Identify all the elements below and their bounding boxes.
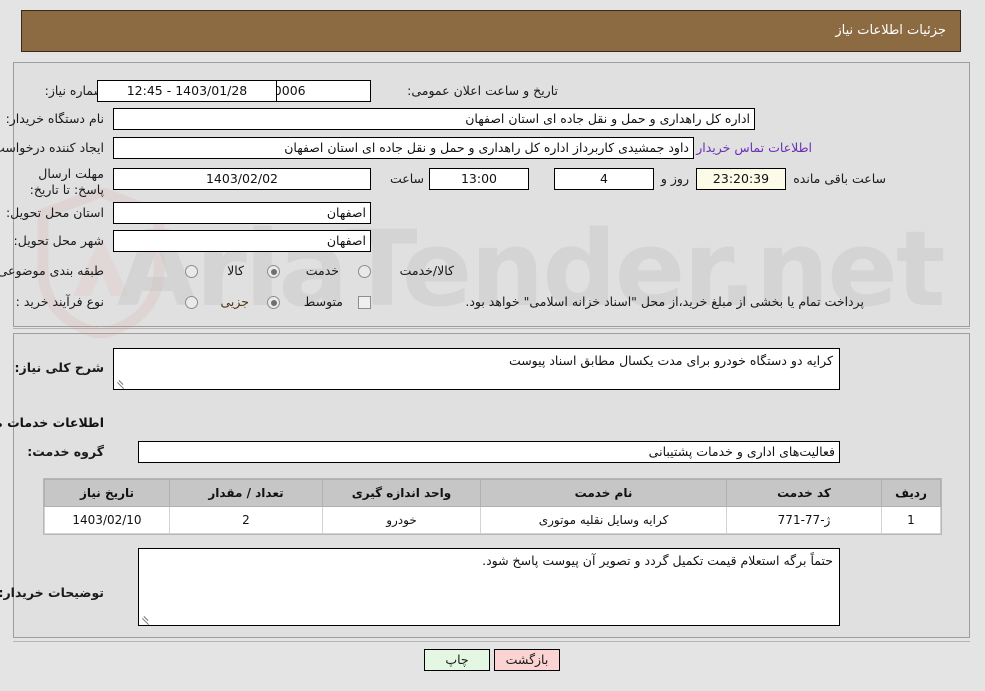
service-group-value: فعالیت‌های اداری و خدمات پشتیبانی xyxy=(139,441,841,463)
service-items-table-wrapper: ردیف کد خدمت نام خدمت واحد اندازه گیری ت… xyxy=(44,478,943,535)
page-root: جزئیات اطلاعات نیاز شماره نیاز: 11030051… xyxy=(0,0,985,691)
creator-label: ایجاد کننده درخواست: xyxy=(0,140,105,155)
cell-service-code: ژ-77-771 xyxy=(727,506,883,534)
resize-grip-icon[interactable] xyxy=(117,378,127,389)
cell-quantity: 2 xyxy=(170,506,324,534)
province-label: استان محل تحویل: xyxy=(6,205,105,220)
category-option-0-label: کالا xyxy=(228,263,245,278)
city-value: اصفهان xyxy=(114,230,372,252)
buyer-notes-value: حتماً برگه استعلام قیمت تکمیل گردد و تصو… xyxy=(483,553,834,568)
col-need-date: تاریخ نیاز xyxy=(45,479,171,507)
process-radio-motevaset[interactable] xyxy=(268,296,281,309)
hour-value: 13:00 xyxy=(430,168,530,190)
category-option-2-label: کالا/خدمت xyxy=(400,263,455,278)
service-group-label: گروه خدمت: xyxy=(28,444,105,459)
treasury-checkbox[interactable] xyxy=(359,296,372,309)
category-radio-kala-khedmat[interactable] xyxy=(359,265,372,278)
days-value: 4 xyxy=(555,168,655,190)
buyer-org-value: اداره کل راهداری و حمل و نقل جاده ای است… xyxy=(114,108,756,130)
process-label: نوع فرآیند خرید : xyxy=(16,294,105,309)
treasury-text: پرداخت تمام یا بخشی از مبلغ خرید،از محل … xyxy=(466,294,865,309)
col-row-no: ردیف xyxy=(882,479,942,507)
general-desc-value: کرایه دو دستگاه خودرو برای مدت یکسال مطا… xyxy=(509,353,834,368)
days-label: روز و xyxy=(661,171,690,186)
cell-row-no: 1 xyxy=(882,506,942,534)
back-button[interactable]: بازگشت xyxy=(495,649,561,671)
resize-grip-icon[interactable] xyxy=(142,614,152,625)
buyer-notes-label: توضیحات خریدار: xyxy=(0,585,105,600)
category-label: طبقه بندی موضوعی: xyxy=(0,263,105,278)
cell-service-name: کرایه وسایل نقلیه موتوری xyxy=(481,506,728,534)
buyer-contact-link[interactable]: اطلاعات تماس خریدار xyxy=(697,140,813,155)
services-section-title: اطلاعات خدمات مورد نیاز xyxy=(0,415,105,430)
table-row[interactable]: 1 ژ-77-771 کرایه وسایل نقلیه موتوری خودر… xyxy=(45,506,942,534)
announce-datetime-label: تاریخ و ساعت اعلان عمومی: xyxy=(408,83,559,98)
col-quantity: تعداد / مقدار xyxy=(170,479,324,507)
process-option-0-label: جزیی xyxy=(221,294,250,309)
header-bar: جزئیات اطلاعات نیاز xyxy=(22,10,962,52)
buyer-notes-textarea[interactable]: حتماً برگه استعلام قیمت تکمیل گردد و تصو… xyxy=(139,548,841,626)
need-number-label: شماره نیاز: xyxy=(45,83,105,98)
cell-need-date: 1403/02/10 xyxy=(45,506,171,534)
col-service-name: نام خدمت xyxy=(481,479,728,507)
buyer-org-label: نام دستگاه خریدار: xyxy=(6,111,105,126)
page-title: جزئیات اطلاعات نیاز xyxy=(836,23,947,38)
cell-unit: خودرو xyxy=(323,506,482,534)
province-value: اصفهان xyxy=(114,202,372,224)
category-radio-kala[interactable] xyxy=(186,265,199,278)
category-radio-khedmat[interactable] xyxy=(268,265,281,278)
countdown-value: 23:20:39 xyxy=(697,168,787,190)
remaining-label: ساعت باقی مانده xyxy=(794,171,887,186)
col-unit: واحد اندازه گیری xyxy=(323,479,482,507)
city-label: شهر محل تحویل: xyxy=(14,233,105,248)
category-option-1-label: خدمت xyxy=(306,263,340,278)
col-service-code: کد خدمت xyxy=(727,479,883,507)
deadline-label: مهلت ارسال پاسخ: تا تاریخ: xyxy=(30,166,105,197)
process-option-1-label: متوسط xyxy=(304,294,344,309)
table-header-row: ردیف کد خدمت نام خدمت واحد اندازه گیری ت… xyxy=(45,479,942,507)
announce-datetime-value: 1403/01/28 - 12:45 xyxy=(98,80,278,102)
hour-label: ساعت xyxy=(390,171,425,186)
print-button[interactable]: چاپ xyxy=(425,649,491,671)
general-desc-textarea[interactable]: کرایه دو دستگاه خودرو برای مدت یکسال مطا… xyxy=(114,348,841,390)
creator-value: داود جمشیدی کاربرداز اداره کل راهداری و … xyxy=(114,137,695,159)
service-items-table: ردیف کد خدمت نام خدمت واحد اندازه گیری ت… xyxy=(45,479,942,534)
process-radio-jozi[interactable] xyxy=(186,296,199,309)
general-desc-label: شرح کلی نیاز: xyxy=(15,360,105,375)
deadline-date-value: 1403/02/02 xyxy=(114,168,372,190)
